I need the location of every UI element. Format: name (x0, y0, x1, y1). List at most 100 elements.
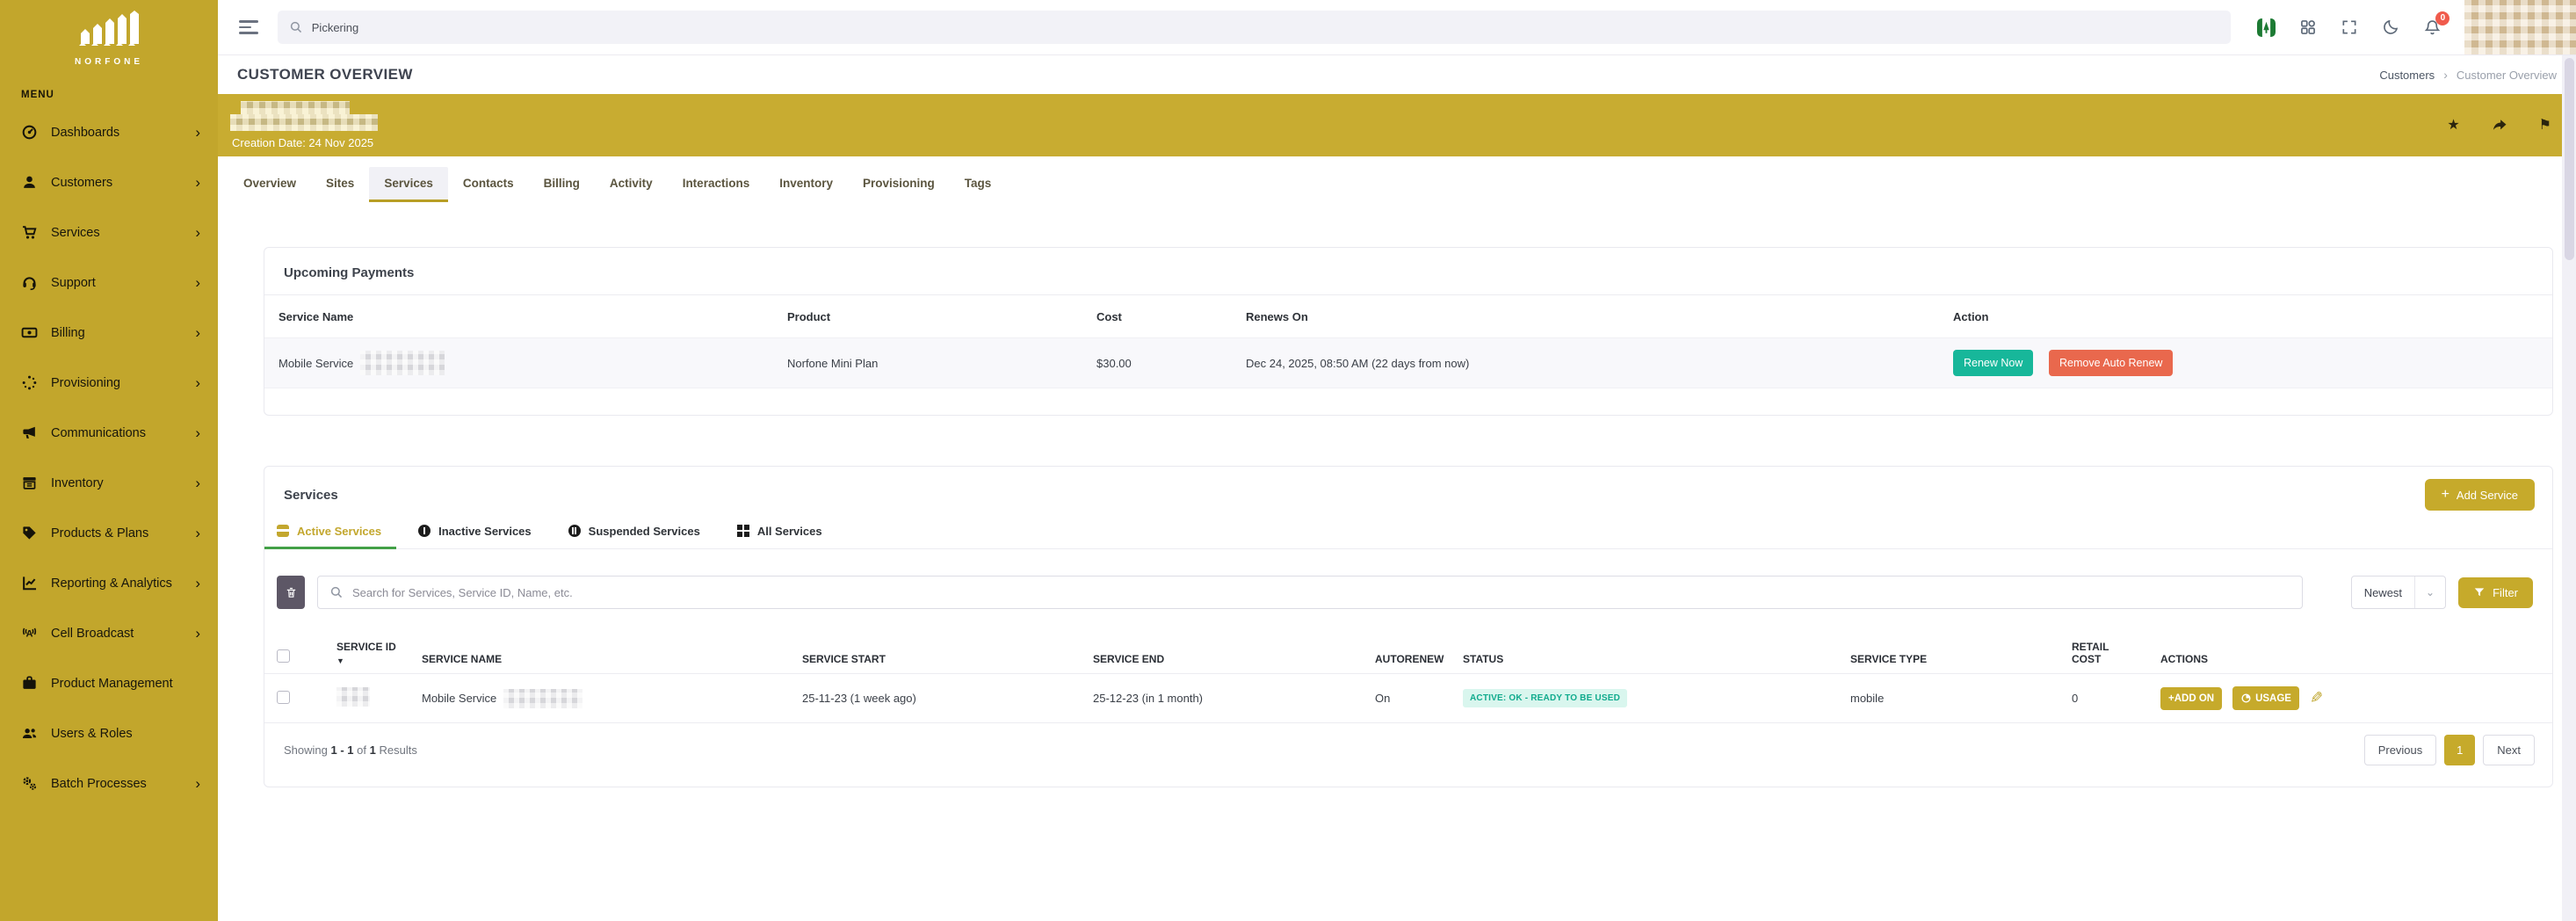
chevron-right-icon: › (195, 375, 200, 390)
sidebar-item-users-roles[interactable]: Users & Roles (0, 708, 218, 758)
service-name: Mobile Service (422, 692, 496, 705)
megaphone-icon (21, 424, 39, 442)
sidebar-item-label: Inventory (51, 476, 195, 490)
sidebar-item-dashboards[interactable]: Dashboards › (0, 107, 218, 157)
usage-button[interactable]: USAGE (2232, 686, 2299, 710)
cart-icon (21, 224, 39, 242)
tab-interactions[interactable]: Interactions (668, 167, 765, 202)
sidebar-item-label: Cell Broadcast (51, 627, 195, 641)
apps-grid-icon[interactable] (2299, 18, 2317, 36)
breadcrumb-customers[interactable]: Customers (2379, 69, 2435, 82)
breadcrumb: Customers › Customer Overview (2379, 68, 2557, 82)
moon-icon[interactable] (2382, 18, 2399, 36)
user-avatar[interactable] (2464, 0, 2576, 54)
sidebar-item-label: Reporting & Analytics (51, 577, 195, 591)
funnel-icon (2473, 586, 2486, 598)
global-search[interactable] (278, 11, 2232, 44)
dashboard-icon (21, 124, 39, 141)
tab-billing[interactable]: Billing (529, 167, 595, 202)
topbar: 0 (218, 0, 2576, 55)
page-title: CUSTOMER OVERVIEW (237, 66, 413, 83)
norfone-logo[interactable]: NORFONE (0, 0, 218, 67)
page-1-button[interactable]: 1 (2444, 735, 2475, 765)
hamburger-menu-icon[interactable] (239, 17, 258, 38)
chevron-right-icon: › (195, 275, 200, 290)
add-service-button[interactable]: + Add Service (2425, 479, 2535, 511)
tab-provisioning[interactable]: Provisioning (848, 167, 950, 202)
subtab-inactive-services[interactable]: Inactive Services (418, 525, 532, 548)
menu-label: MENU (21, 90, 218, 100)
sidebar-item-inventory[interactable]: Inventory › (0, 458, 218, 508)
chevron-right-icon: › (195, 776, 200, 791)
tab-services[interactable]: Services (369, 167, 448, 202)
tab-sites[interactable]: Sites (311, 167, 369, 202)
tab-tags[interactable]: Tags (950, 167, 1007, 202)
breadcrumb-current: Customer Overview (2457, 69, 2557, 82)
sort-dropdown[interactable]: Newest ⌄ (2351, 576, 2446, 609)
page-header: CUSTOMER OVERVIEW Customers › Customer O… (218, 55, 2576, 94)
upcoming-payments-card: Upcoming Payments Service Name Product C… (264, 247, 2553, 416)
bell-icon[interactable]: 0 (2423, 18, 2442, 37)
search-icon (288, 19, 304, 35)
upcoming-payment-row: Mobile Service Norfone Mini Plan $30.00 … (264, 337, 2552, 388)
sidebar-item-products-plans[interactable]: Products & Plans › (0, 508, 218, 558)
col-service-end: SERVICE END (1093, 653, 1375, 673)
clear-selection-button[interactable] (277, 576, 305, 609)
search-icon (329, 584, 344, 600)
previous-page-button[interactable]: Previous (2364, 735, 2437, 765)
services-search-input[interactable] (352, 586, 2291, 599)
chevron-right-icon: › (195, 576, 200, 591)
col-service-id[interactable]: SERVICE ID▼ (336, 641, 422, 673)
subtab-all-services[interactable]: All Services (737, 525, 822, 548)
service-autorenew: On (1375, 692, 1463, 705)
subtab-active-services[interactable]: Active Services (277, 525, 381, 548)
filter-button[interactable]: Filter (2458, 577, 2533, 608)
next-page-button[interactable]: Next (2483, 735, 2535, 765)
renew-now-button[interactable]: Renew Now (1953, 350, 2033, 376)
add-on-button[interactable]: +ADD ON (2160, 687, 2222, 710)
suspended-services-icon (568, 525, 582, 538)
svg-text:A: A (25, 628, 33, 639)
scrollbar-thumb[interactable] (2565, 58, 2574, 260)
services-search[interactable] (317, 576, 2303, 609)
flag-icon[interactable]: ⚑ (2539, 119, 2551, 133)
edit-pencil-icon[interactable]: ✎ (2310, 689, 2323, 707)
sidebar-item-product-management[interactable]: Product Management (0, 658, 218, 708)
creation-date: Creation Date: 24 Nov 2025 (232, 136, 373, 149)
sidebar-item-billing[interactable]: Billing › (0, 308, 218, 358)
sidebar-item-label: Customers (51, 176, 195, 190)
fullscreen-icon[interactable] (2341, 18, 2358, 36)
service-retail-cost: 0 (2072, 692, 2160, 705)
row-checkbox[interactable] (277, 691, 290, 704)
sidebar-item-reporting-analytics[interactable]: Reporting & Analytics › (0, 558, 218, 608)
services-title: Services (284, 488, 338, 503)
col-status: STATUS (1463, 653, 1850, 673)
tab-inventory[interactable]: Inventory (764, 167, 848, 202)
sidebar-item-batch-processes[interactable]: Batch Processes › (0, 758, 218, 809)
gears-icon (21, 775, 39, 793)
remove-auto-renew-button[interactable]: Remove Auto Renew (2049, 350, 2173, 376)
sort-value: Newest (2364, 586, 2414, 599)
sidebar-item-communications[interactable]: Communications › (0, 408, 218, 458)
results-summary: Showing 1 - 1 of 1 Results (284, 743, 417, 757)
select-all-checkbox[interactable] (277, 649, 290, 663)
global-search-input[interactable] (312, 21, 2221, 34)
norfolk-flag-icon[interactable] (2257, 18, 2276, 37)
sidebar-item-provisioning[interactable]: Provisioning › (0, 358, 218, 408)
tab-activity[interactable]: Activity (595, 167, 668, 202)
subtab-suspended-services[interactable]: Suspended Services (568, 525, 700, 548)
sidebar-item-label: Provisioning (51, 376, 195, 390)
vertical-scrollbar[interactable] (2562, 55, 2576, 921)
topbar-icons: 0 (2257, 18, 2442, 37)
sidebar-item-label: Communications (51, 426, 195, 440)
services-subtabs: Active Services Inactive Services Suspen… (264, 511, 2552, 549)
share-icon[interactable] (2492, 119, 2507, 133)
sidebar-item-label: Batch Processes (51, 777, 195, 791)
tab-overview[interactable]: Overview (228, 167, 311, 202)
star-icon[interactable]: ★ (2447, 119, 2459, 133)
tab-contacts[interactable]: Contacts (448, 167, 529, 202)
sidebar-item-customers[interactable]: Customers › (0, 157, 218, 207)
sidebar-item-support[interactable]: Support › (0, 257, 218, 308)
sidebar-item-services[interactable]: Services › (0, 207, 218, 257)
sidebar-item-cell-broadcast[interactable]: A Cell Broadcast › (0, 608, 218, 658)
